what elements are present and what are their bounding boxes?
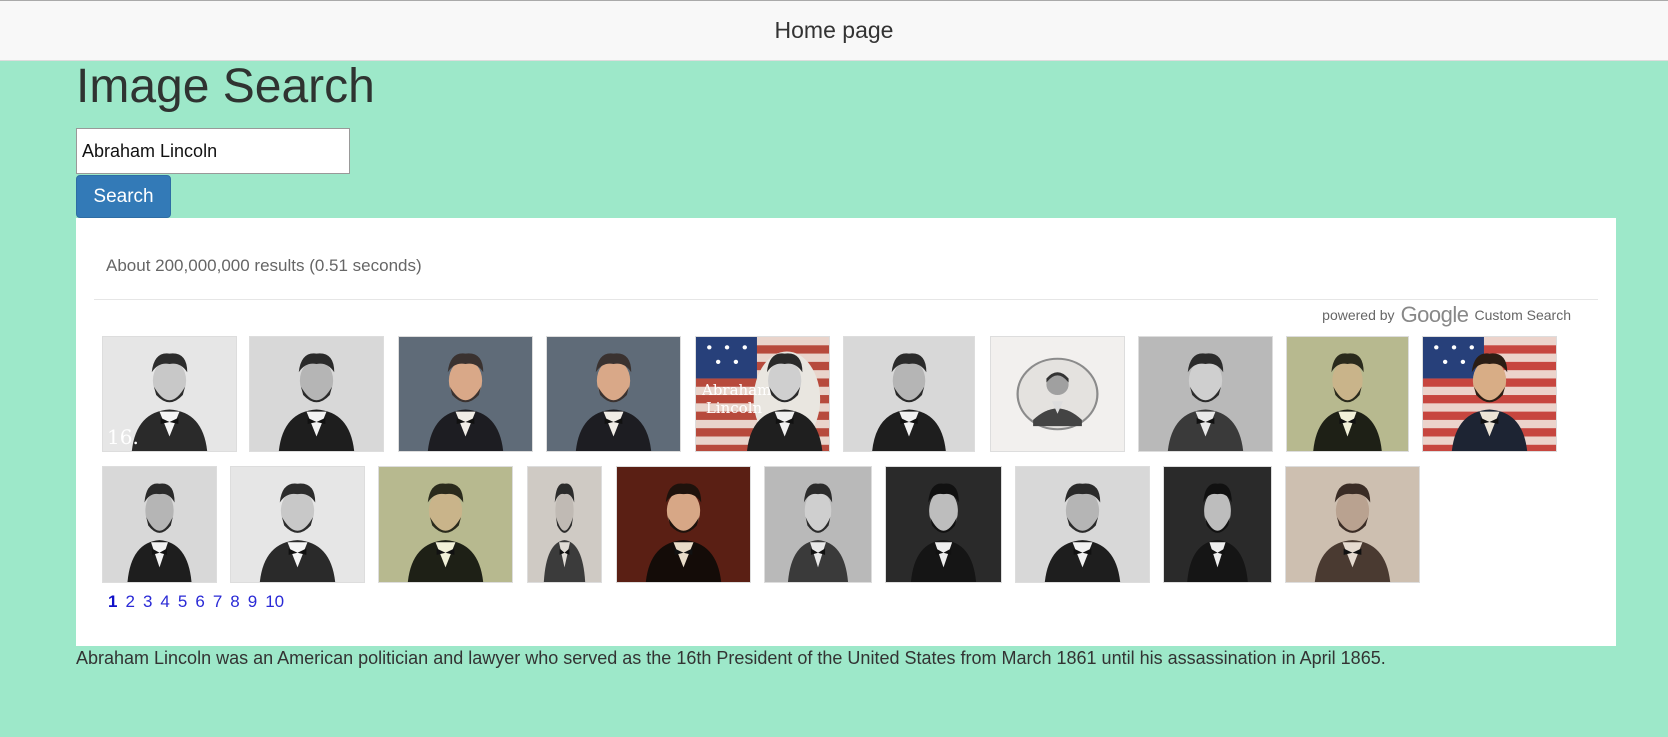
image-result-thumbnail[interactable] [527, 466, 602, 583]
pagination: 1 2 3 4 5 6 7 8 9 10 [108, 592, 292, 612]
google-logo: Google [1400, 302, 1469, 327]
results-summary: About 200,000,000 results (0.51 seconds) [106, 256, 422, 275]
thumbnail-caption: Abraham Lincoln [702, 381, 772, 417]
image-result-thumbnail[interactable] [398, 336, 533, 452]
image-result-thumbnail[interactable] [1163, 466, 1272, 583]
powered-by-label: powered by [1322, 307, 1395, 323]
results-panel: About 200,000,000 results (0.51 seconds)… [76, 218, 1616, 646]
search-button[interactable]: Search [76, 175, 171, 218]
page-link-8[interactable]: 8 [230, 592, 239, 612]
image-result-thumbnail[interactable] [616, 466, 751, 583]
image-result-thumbnail[interactable] [546, 336, 681, 452]
image-result-thumbnail[interactable]: 16. [102, 336, 237, 452]
page-link-9[interactable]: 9 [248, 592, 257, 612]
page-link-3[interactable]: 3 [143, 592, 152, 612]
image-result-thumbnail[interactable] [230, 466, 365, 583]
image-result-thumbnail[interactable] [1422, 336, 1557, 452]
page-link-1[interactable]: 1 [108, 592, 117, 612]
page-link-2[interactable]: 2 [125, 592, 134, 612]
image-result-thumbnail[interactable] [885, 466, 1002, 583]
image-result-thumbnail[interactable]: Abraham Lincoln [695, 336, 830, 452]
image-result-thumbnail[interactable] [1285, 466, 1420, 583]
page-link-10[interactable]: 10 [265, 592, 284, 612]
image-result-thumbnail[interactable] [102, 466, 217, 583]
navbar: Home page [0, 0, 1668, 61]
custom-search-label: Custom Search [1474, 307, 1571, 323]
description-text: Abraham Lincoln was an American politici… [76, 648, 1386, 668]
image-result-thumbnail[interactable] [378, 466, 513, 583]
page-link-7[interactable]: 7 [213, 592, 222, 612]
page-link-6[interactable]: 6 [195, 592, 204, 612]
page-link-4[interactable]: 4 [160, 592, 169, 612]
results-divider [94, 299, 1598, 300]
home-page-link[interactable]: Home page [775, 17, 894, 44]
image-result-thumbnail[interactable] [764, 466, 872, 583]
page-link-5[interactable]: 5 [178, 592, 187, 612]
thumbnail-caption: 16. [107, 425, 139, 449]
image-result-thumbnail[interactable] [1015, 466, 1150, 583]
search-input[interactable] [76, 128, 350, 174]
page-title: Image Search [76, 60, 375, 113]
image-result-thumbnail[interactable] [990, 336, 1125, 452]
image-result-thumbnail[interactable] [1286, 336, 1409, 452]
image-result-thumbnail[interactable] [843, 336, 975, 452]
powered-by-branding: powered by Google Custom Search [1322, 302, 1571, 328]
image-result-thumbnail[interactable] [249, 336, 384, 452]
image-result-thumbnail[interactable] [1138, 336, 1273, 452]
